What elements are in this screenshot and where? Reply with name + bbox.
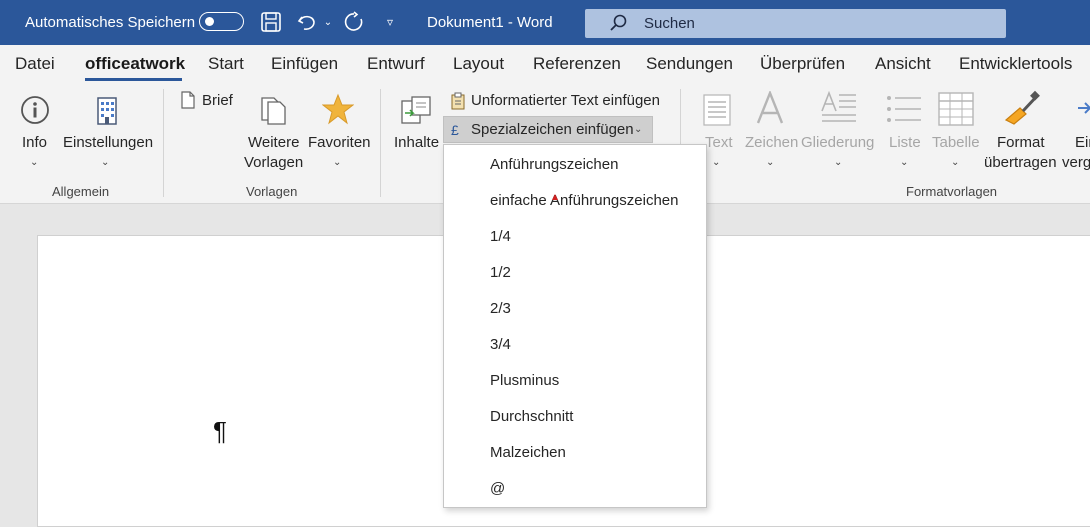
zeichen-style-label: Zeichen bbox=[745, 134, 799, 151]
weitere-label-1: Weitere bbox=[248, 134, 300, 151]
tab-entwicklertools[interactable]: Entwicklertools bbox=[959, 54, 1072, 74]
favoriten-label: Favoriten bbox=[308, 134, 371, 151]
einstellungen-dropdown-icon: ⌄ bbox=[101, 157, 110, 168]
group-separator bbox=[380, 89, 381, 197]
einstellungen-label: Einstellungen bbox=[63, 134, 154, 151]
title-bar: Automatisches Speichern ⌄ ▿ Dokument1 - … bbox=[0, 0, 1090, 45]
group-label-formatvorlagen: Formatvorlagen bbox=[906, 184, 998, 199]
tab-sendungen[interactable]: Sendungen bbox=[646, 54, 733, 74]
tabelle-style-label: Tabelle bbox=[932, 134, 980, 151]
ribbon-tabs: Datei officeatwork Start Einfügen Entwur… bbox=[0, 45, 1090, 83]
tabelle-style-dropdown-icon: ⌄ bbox=[951, 157, 960, 168]
favoriten-dropdown-icon: ⌄ bbox=[333, 157, 342, 168]
menu-item-zwei-drittel[interactable]: 2/3 bbox=[490, 300, 511, 317]
menu-item-einfache-anfuehrungszeichen[interactable]: einfache Anführungszeichen bbox=[490, 192, 678, 209]
customize-quick-access-icon[interactable]: ▿ bbox=[383, 10, 397, 34]
search-box[interactable]: Suchen bbox=[585, 9, 1006, 38]
star-icon bbox=[321, 93, 355, 131]
brief-label: Brief bbox=[202, 92, 233, 109]
format-painter-icon bbox=[1002, 90, 1042, 132]
undo-icon[interactable] bbox=[295, 10, 319, 34]
spezialzeichen-einfuegen-button[interactable]: £ Spezialzeichen einfügen ⌄ bbox=[443, 116, 653, 143]
text-style-label: Text bbox=[705, 134, 733, 151]
tab-officeatwork[interactable]: officeatwork bbox=[85, 54, 185, 74]
bullet-list-icon bbox=[885, 93, 923, 131]
tab-einfuegen[interactable]: Einfügen bbox=[271, 54, 338, 74]
menu-item-ein-viertel[interactable]: 1/4 bbox=[490, 228, 511, 245]
menu-item-plusminus[interactable]: Plusminus bbox=[490, 372, 559, 389]
building-icon bbox=[92, 94, 122, 132]
liste-style-dropdown-icon: ⌄ bbox=[900, 157, 909, 168]
paste-content-icon bbox=[400, 95, 432, 133]
mouse-cursor-icon bbox=[552, 194, 558, 200]
tab-referenzen[interactable]: Referenzen bbox=[533, 54, 621, 74]
search-icon bbox=[609, 13, 629, 38]
zeichen-style-dropdown-icon: ⌄ bbox=[766, 157, 775, 168]
format-label-1: Format bbox=[997, 134, 1045, 151]
tab-start[interactable]: Start bbox=[208, 54, 244, 74]
gliederung-style-dropdown-icon: ⌄ bbox=[834, 157, 843, 168]
group-label-allgemein: Allgemein bbox=[52, 184, 110, 199]
undo-dropdown-icon[interactable]: ⌄ bbox=[322, 10, 334, 34]
menu-item-durchschnitt[interactable]: Durchschnitt bbox=[490, 408, 573, 425]
menu-item-anfuehrungszeichen[interactable]: Anführungszeichen bbox=[490, 156, 618, 173]
spezialzeichen-label: Spezialzeichen einfügen bbox=[471, 121, 634, 138]
search-placeholder: Suchen bbox=[644, 15, 695, 32]
text-lines-icon bbox=[702, 93, 732, 133]
info-icon bbox=[20, 95, 50, 131]
outline-a-icon bbox=[820, 90, 858, 131]
save-icon[interactable] bbox=[259, 10, 283, 34]
tab-datei[interactable]: Datei bbox=[15, 54, 55, 74]
tab-ansicht[interactable]: Ansicht bbox=[875, 54, 931, 74]
info-label: Info bbox=[22, 134, 48, 151]
clipboard-icon bbox=[451, 92, 465, 116]
liste-style-label: Liste bbox=[889, 134, 921, 151]
currency-symbol-icon: £ bbox=[451, 122, 459, 138]
text-style-dropdown-icon: ⌄ bbox=[712, 157, 721, 168]
unformatierter-text-label: Unformatierter Text einfügen bbox=[471, 92, 660, 109]
document-icon bbox=[180, 91, 196, 115]
tab-layout[interactable]: Layout bbox=[453, 54, 504, 74]
table-icon bbox=[938, 92, 974, 132]
character-a-icon bbox=[754, 89, 786, 131]
ein-label-1: Ein bbox=[1075, 134, 1090, 151]
documents-icon bbox=[258, 95, 290, 131]
document-title: Dokument1 - Word bbox=[427, 14, 553, 31]
menu-item-at-sign[interactable]: @ bbox=[490, 480, 505, 497]
paragraph-mark: ¶ bbox=[213, 416, 227, 446]
ein-label-2: verg bbox=[1062, 154, 1090, 171]
redo-icon[interactable] bbox=[342, 10, 366, 34]
menu-item-malzeichen[interactable]: Malzeichen bbox=[490, 444, 566, 461]
format-label-2: übertragen bbox=[984, 154, 1057, 171]
menu-item-ein-halb[interactable]: 1/2 bbox=[490, 264, 511, 281]
autosave-label: Automatisches Speichern bbox=[25, 14, 196, 31]
tab-entwurf[interactable]: Entwurf bbox=[367, 54, 425, 74]
gliederung-style-label: Gliederung bbox=[801, 134, 875, 151]
active-tab-indicator bbox=[85, 78, 182, 81]
autosave-toggle[interactable] bbox=[199, 12, 244, 31]
group-separator bbox=[163, 89, 164, 197]
arrow-right-icon bbox=[1076, 98, 1090, 124]
weitere-label-2: Vorlagen bbox=[244, 154, 304, 171]
spezialzeichen-dropdown-icon: ⌄ bbox=[634, 124, 643, 135]
inhalte-label: Inhalte bbox=[394, 134, 440, 151]
group-label-vorlagen: Vorlagen bbox=[246, 184, 298, 199]
info-dropdown-icon: ⌄ bbox=[30, 157, 39, 168]
spezialzeichen-dropdown-menu: Anführungszeichen einfache Anführungszei… bbox=[443, 144, 707, 508]
tab-ueberpruefen[interactable]: Überprüfen bbox=[760, 54, 845, 74]
menu-item-drei-viertel[interactable]: 3/4 bbox=[490, 336, 511, 353]
